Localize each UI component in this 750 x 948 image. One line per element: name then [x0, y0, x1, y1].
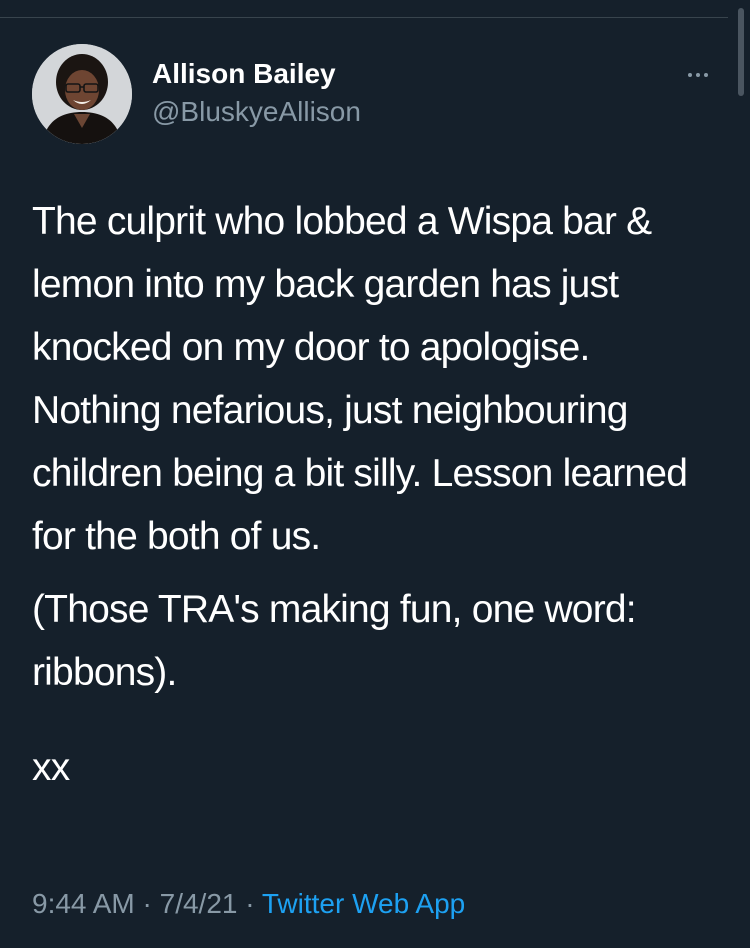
- tweet-paragraph: (Those TRA's making fun, one word: ribbo…: [32, 588, 637, 694]
- tweet-paragraph: xx: [32, 746, 70, 789]
- tweet-metadata: 9:44 AM · 7/4/21 · Twitter Web App: [32, 888, 465, 920]
- meta-separator: ·: [142, 888, 152, 919]
- tweet-date[interactable]: 7/4/21: [160, 888, 238, 919]
- tweet-source-link[interactable]: Twitter Web App: [262, 888, 465, 919]
- more-horizontal-icon: [688, 73, 692, 77]
- scrollbar-thumb[interactable]: [738, 8, 744, 96]
- more-horizontal-icon: [704, 73, 708, 77]
- tweet-time[interactable]: 9:44 AM: [32, 888, 135, 919]
- more-button[interactable]: [676, 58, 720, 92]
- profile-photo: [32, 44, 132, 144]
- author-handle[interactable]: @BluskyeAllison: [152, 96, 361, 128]
- top-divider: [0, 17, 728, 18]
- author-name[interactable]: Allison Bailey: [152, 58, 336, 90]
- meta-separator: ·: [245, 888, 255, 919]
- more-horizontal-icon: [696, 73, 700, 77]
- tweet-paragraph: The culprit who lobbed a Wispa bar & lem…: [32, 200, 688, 558]
- tweet-text: The culprit who lobbed a Wispa bar & lem…: [32, 190, 722, 809]
- author-avatar[interactable]: [32, 44, 132, 144]
